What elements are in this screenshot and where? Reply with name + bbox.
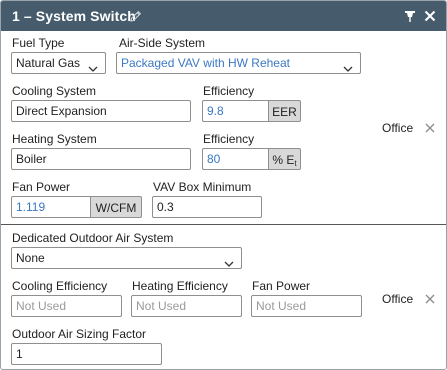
doas-fan-power-input[interactable]: Not Used	[251, 295, 362, 317]
oa-sizing-factor-input[interactable]: 1	[11, 343, 162, 365]
remove-doas-zone-icon[interactable]	[425, 293, 435, 307]
chevron-down-icon	[224, 256, 234, 268]
doas-zone-label: Office	[382, 292, 414, 306]
remove-zone-icon[interactable]	[425, 122, 435, 136]
air-side-system-label: Air-Side System	[119, 36, 206, 50]
fuel-type-label: Fuel Type	[12, 36, 65, 50]
fan-power-label: Fan Power	[12, 180, 71, 194]
fan-power-unit: W/CFM	[91, 196, 142, 218]
doas-cooling-efficiency-input[interactable]: Not Used	[11, 295, 122, 317]
doas-value: None	[16, 251, 45, 265]
doas-label: Dedicated Outdoor Air System	[12, 231, 174, 245]
cooling-system-label: Cooling System	[12, 84, 97, 98]
doas-heating-efficiency-label: Heating Efficiency	[132, 279, 228, 293]
section-divider	[1, 224, 446, 225]
heating-system-input[interactable]: Boiler	[11, 148, 191, 170]
heating-efficiency-input[interactable]: 80	[202, 148, 269, 170]
panel-titlebar: 1 – System Switch	[1, 1, 446, 31]
heating-system-label: Heating System	[12, 132, 97, 146]
zone-label: Office	[382, 121, 414, 135]
close-icon[interactable]	[424, 10, 436, 25]
system-switch-panel: 1 – System Switch Fuel Type Natural Gas …	[0, 0, 447, 370]
cooling-efficiency-label: Efficiency	[203, 84, 255, 98]
doas-cooling-efficiency-label: Cooling Efficiency	[12, 279, 108, 293]
fuel-type-select[interactable]: Natural Gas	[11, 52, 106, 74]
air-side-system-value: Packaged VAV with HW Reheat	[121, 56, 290, 70]
fuel-type-value: Natural Gas	[16, 56, 81, 70]
heating-efficiency-unit: % Et	[269, 148, 301, 170]
heating-efficiency-label: Efficiency	[203, 132, 255, 146]
cooling-efficiency-unit: EER	[269, 100, 301, 122]
pencil-icon[interactable]	[130, 10, 142, 25]
chevron-down-icon	[88, 61, 98, 73]
pin-icon[interactable]	[404, 10, 416, 26]
chevron-down-icon	[343, 61, 353, 73]
cooling-system-input[interactable]: Direct Expansion	[11, 100, 191, 122]
heating-efficiency-unit-subscript: t	[294, 159, 297, 168]
panel-title: 1 – System Switch	[12, 8, 136, 24]
vav-box-minimum-label: VAV Box Minimum	[153, 180, 252, 194]
cooling-efficiency-input[interactable]: 9.8	[202, 100, 269, 122]
oa-sizing-factor-label: Outdoor Air Sizing Factor	[12, 327, 147, 341]
fan-power-input[interactable]: 1.119	[11, 196, 91, 218]
heating-efficiency-unit-text: % E	[272, 153, 295, 167]
doas-select[interactable]: None	[11, 247, 242, 269]
vav-box-minimum-input[interactable]: 0.3	[152, 196, 262, 218]
doas-heating-efficiency-input[interactable]: Not Used	[131, 295, 242, 317]
doas-fan-power-label: Fan Power	[252, 279, 311, 293]
air-side-system-select[interactable]: Packaged VAV with HW Reheat	[116, 52, 361, 74]
